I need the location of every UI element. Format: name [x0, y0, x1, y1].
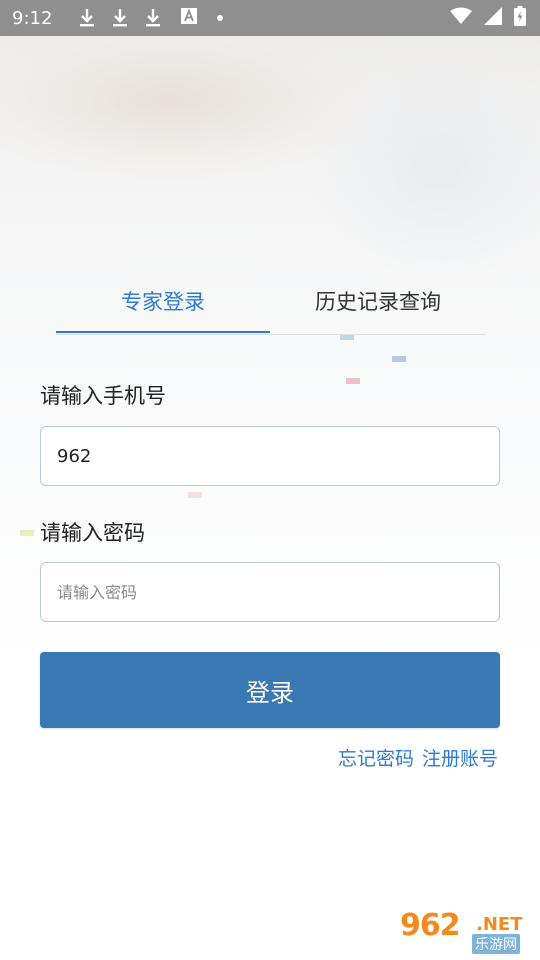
password-label: 请输入密码: [40, 521, 145, 545]
clock: 9:12: [12, 7, 53, 29]
watermark-number: 962: [400, 908, 461, 943]
watermark-suffix: .NET: [476, 914, 523, 935]
signal-icon: [484, 7, 502, 29]
wifi-icon: [450, 7, 472, 29]
download-icon: [112, 8, 128, 28]
forgot-password-link[interactable]: 忘记密码: [338, 748, 414, 770]
phone-label: 请输入手机号: [40, 384, 166, 408]
battery-charging-icon: [514, 6, 526, 30]
phone-input[interactable]: [40, 426, 500, 486]
background-chart-mark: [188, 492, 202, 498]
background-chart-mark: [346, 378, 360, 384]
active-tab-indicator: [56, 331, 270, 333]
login-tabs: 专家登录 历史记录查询: [56, 282, 486, 335]
watermark-logo: 962 .NET 乐游网: [400, 908, 532, 954]
watermark-cn: 乐游网: [472, 934, 520, 954]
background-chart-mark: [392, 356, 406, 362]
font-a-icon: [181, 8, 197, 28]
account-links: 忘记密码 注册账号: [338, 744, 498, 771]
dot-icon: [217, 15, 223, 21]
tab-expert-login[interactable]: 专家登录: [56, 282, 270, 332]
tab-history-query[interactable]: 历史记录查询: [270, 282, 486, 332]
login-button[interactable]: 登录: [40, 652, 500, 728]
status-bar: 9:12: [0, 0, 540, 36]
background-chart-mark: [20, 530, 34, 536]
password-input[interactable]: [40, 562, 500, 622]
download-icon: [79, 8, 95, 28]
register-link[interactable]: 注册账号: [422, 748, 498, 770]
download-icon: [145, 8, 161, 28]
